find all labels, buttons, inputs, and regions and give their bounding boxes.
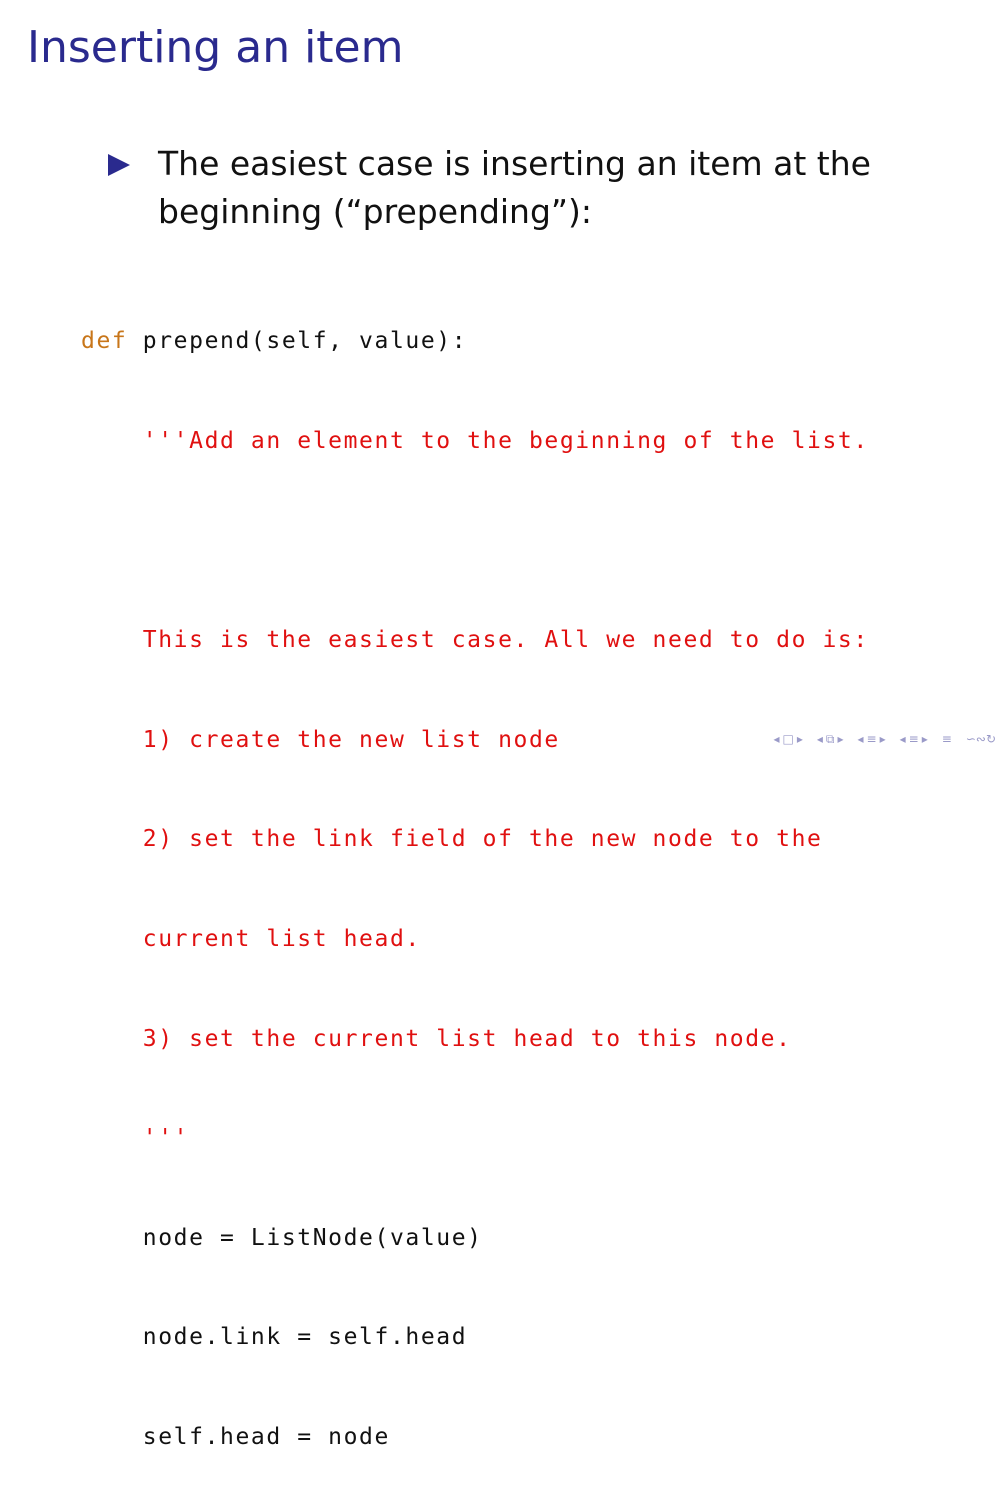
- frame-nav: ◂ □ ▸: [773, 732, 802, 746]
- document-next-icon[interactable]: ▸: [922, 732, 928, 746]
- code-line-def: def prepend(self, value):: [81, 325, 869, 358]
- code-line: 2) set the link field of the new node to…: [81, 826, 823, 853]
- code-line: 3) set the current list head to this nod…: [81, 1025, 792, 1052]
- slide-title: Inserting an item: [27, 22, 404, 73]
- code-line: 1) create the new list node: [81, 726, 560, 753]
- align-nav: ≡: [942, 732, 952, 746]
- frame-prev-icon[interactable]: ◂: [773, 732, 779, 746]
- section-next-icon[interactable]: ▸: [880, 732, 886, 746]
- subsection-icon[interactable]: ⧉: [826, 732, 835, 747]
- subsection-next-icon[interactable]: ▸: [837, 732, 843, 746]
- bullet-triangle-icon: [108, 154, 130, 176]
- document-prev-icon[interactable]: ◂: [900, 732, 906, 746]
- code-signature: prepend(self, value):: [127, 328, 468, 355]
- frame-icon[interactable]: □: [783, 732, 794, 746]
- document-icon[interactable]: ≡: [909, 732, 919, 746]
- beamer-navigation-bar: ◂ □ ▸ ◂ ⧉ ▸ ◂ ≡ ▸ ◂ ≡ ▸ ≡ ∽∾↻: [773, 730, 996, 748]
- section-icon[interactable]: ≡: [867, 732, 877, 746]
- bullet-text: The easiest case is inserting an item at…: [158, 144, 871, 231]
- subsection-nav: ◂ ⧉ ▸: [817, 732, 844, 747]
- code-line: ''': [81, 1125, 190, 1152]
- code-line: current list head.: [81, 925, 421, 952]
- document-nav: ◂ ≡ ▸: [900, 732, 928, 746]
- section-nav: ◂ ≡ ▸: [858, 732, 886, 746]
- code-line: node.link = self.head: [81, 1324, 468, 1351]
- code-line: node = ListNode(value): [81, 1224, 483, 1251]
- code-line: self.head = node: [81, 1423, 390, 1450]
- code-keyword: def: [81, 328, 128, 355]
- code-line: This is the easiest case. All we need to…: [81, 627, 869, 654]
- align-icon[interactable]: ≡: [942, 732, 952, 746]
- section-prev-icon[interactable]: ◂: [858, 732, 864, 746]
- code-block: def prepend(self, value): '''Add an elem…: [81, 259, 869, 1487]
- subsection-prev-icon[interactable]: ◂: [817, 732, 823, 746]
- search-back-forward-icon[interactable]: ∽∾↻: [966, 732, 996, 746]
- code-line: '''Add an element to the beginning of th…: [81, 428, 869, 454]
- frame-next-icon[interactable]: ▸: [797, 732, 803, 746]
